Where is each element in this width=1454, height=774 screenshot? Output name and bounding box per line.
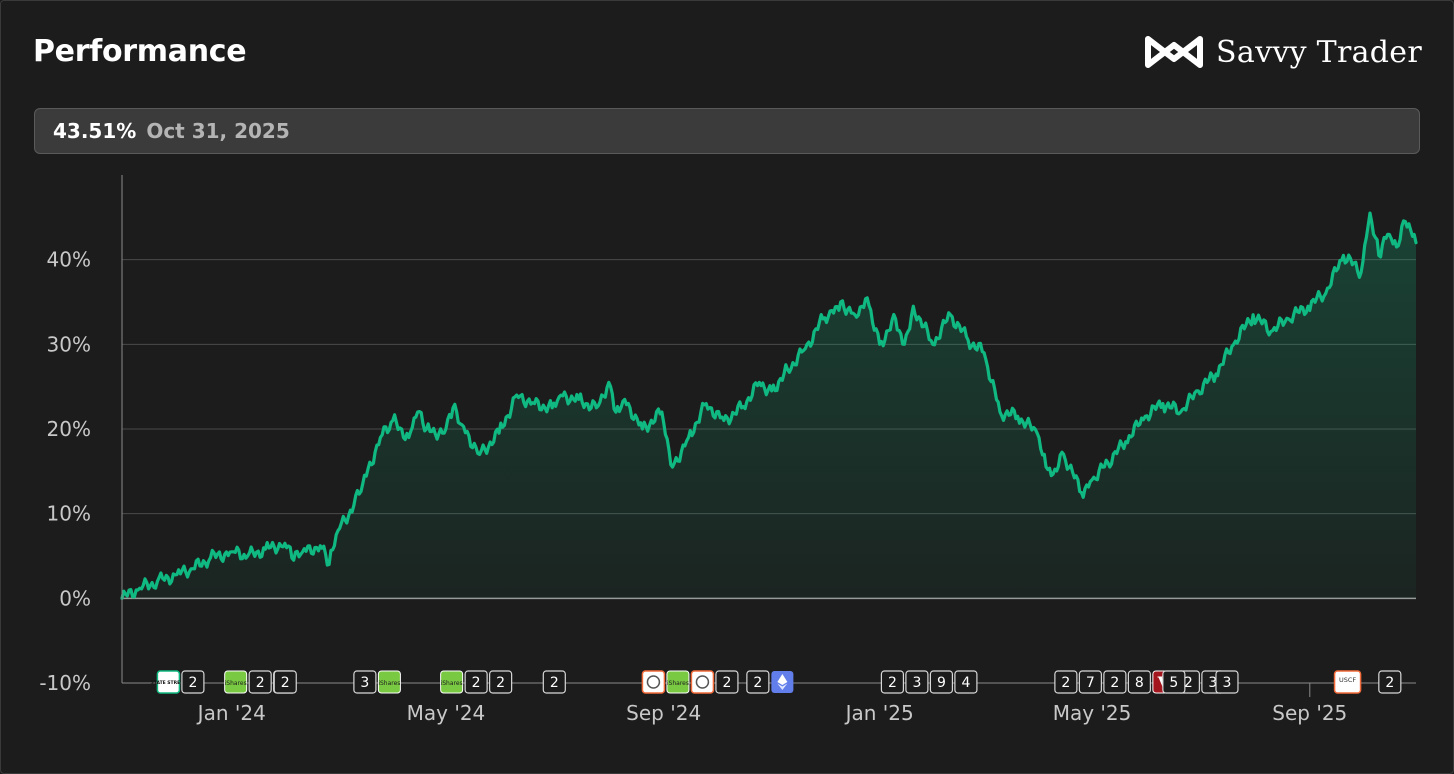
event-count-label: 2 <box>1061 675 1070 691</box>
event-badge-group[interactable]: STATE STREET 2 <box>150 670 205 694</box>
y-tick-label: 20% <box>47 417 91 441</box>
y-tick-label: 10% <box>47 502 91 526</box>
performance-chart[interactable]: -10% 0% 10% 20% 30% 40% Jan '24 May '24 Sep '24 J… <box>0 0 1454 774</box>
event-count-label: 2 <box>496 675 505 691</box>
event-badge-group[interactable]: 2 <box>542 670 566 694</box>
company-logo-icon[interactable] <box>690 670 715 694</box>
series-area <box>122 213 1416 599</box>
event-count-label: 4 <box>961 675 970 691</box>
event-count-label: 7 <box>1086 675 1095 691</box>
event-count-label: 8 <box>1135 675 1144 691</box>
event-count-label: 2 <box>281 675 290 691</box>
ishares-logo-text: iShares <box>378 680 400 687</box>
event-count-label: 2 <box>1110 675 1119 691</box>
x-tick-label: Sep '24 <box>626 701 701 725</box>
event-badge-group[interactable]: 3 iShares <box>353 670 401 694</box>
event-count-label: 9 <box>937 675 946 691</box>
event-badge-group[interactable]: USCF <box>1333 670 1362 694</box>
event-badge-group[interactable]: 2 <box>1378 670 1402 694</box>
event-badge-group[interactable]: iShares 22 <box>440 670 513 694</box>
event-count-label: 2 <box>888 675 897 691</box>
event-count-label: 3 <box>1223 675 1232 691</box>
event-badge-group[interactable]: 2 <box>746 670 794 694</box>
ishares-logo-text: iShares <box>667 680 689 687</box>
x-tick-label: May '25 <box>1053 701 1132 725</box>
event-count-label: 3 <box>360 675 369 691</box>
event-count-label: 2 <box>1385 675 1394 691</box>
event-badge-group[interactable]: 3 <box>1215 670 1239 694</box>
event-badge-group[interactable]: 2728V23 <box>1054 670 1225 694</box>
x-tick-label: Jan '24 <box>196 701 266 725</box>
event-count-label: 2 <box>550 675 559 691</box>
x-tick-label: Jan '25 <box>844 701 914 725</box>
y-tick-label: 40% <box>47 248 91 272</box>
x-tick-label: Sep '25 <box>1272 701 1347 725</box>
event-count-label: 2 <box>722 675 731 691</box>
uscf-logo-text: USCF <box>1339 676 1356 684</box>
y-tick-label: 0% <box>59 586 91 610</box>
y-tick-label: -10% <box>39 671 91 695</box>
company-logo-icon[interactable] <box>641 670 666 694</box>
event-count-label: 3 <box>912 675 921 691</box>
event-count-label: 5 <box>1169 675 1178 691</box>
x-tick-label: May '24 <box>407 701 486 725</box>
event-badge-group[interactable]: 5 <box>1162 670 1186 694</box>
ishares-logo-text: iShares <box>225 680 247 687</box>
y-tick-label: 30% <box>47 332 91 356</box>
event-badge-group[interactable]: 2 <box>273 670 297 694</box>
event-count-label: 2 <box>256 675 265 691</box>
ishares-logo-text: iShares <box>441 680 463 687</box>
event-count-label: 2 <box>472 675 481 691</box>
event-badge-group[interactable]: iShares 2 <box>641 670 739 694</box>
event-badge-group[interactable]: 2394 <box>880 670 978 694</box>
event-count-label: 2 <box>753 675 762 691</box>
event-count-label: 2 <box>188 675 197 691</box>
